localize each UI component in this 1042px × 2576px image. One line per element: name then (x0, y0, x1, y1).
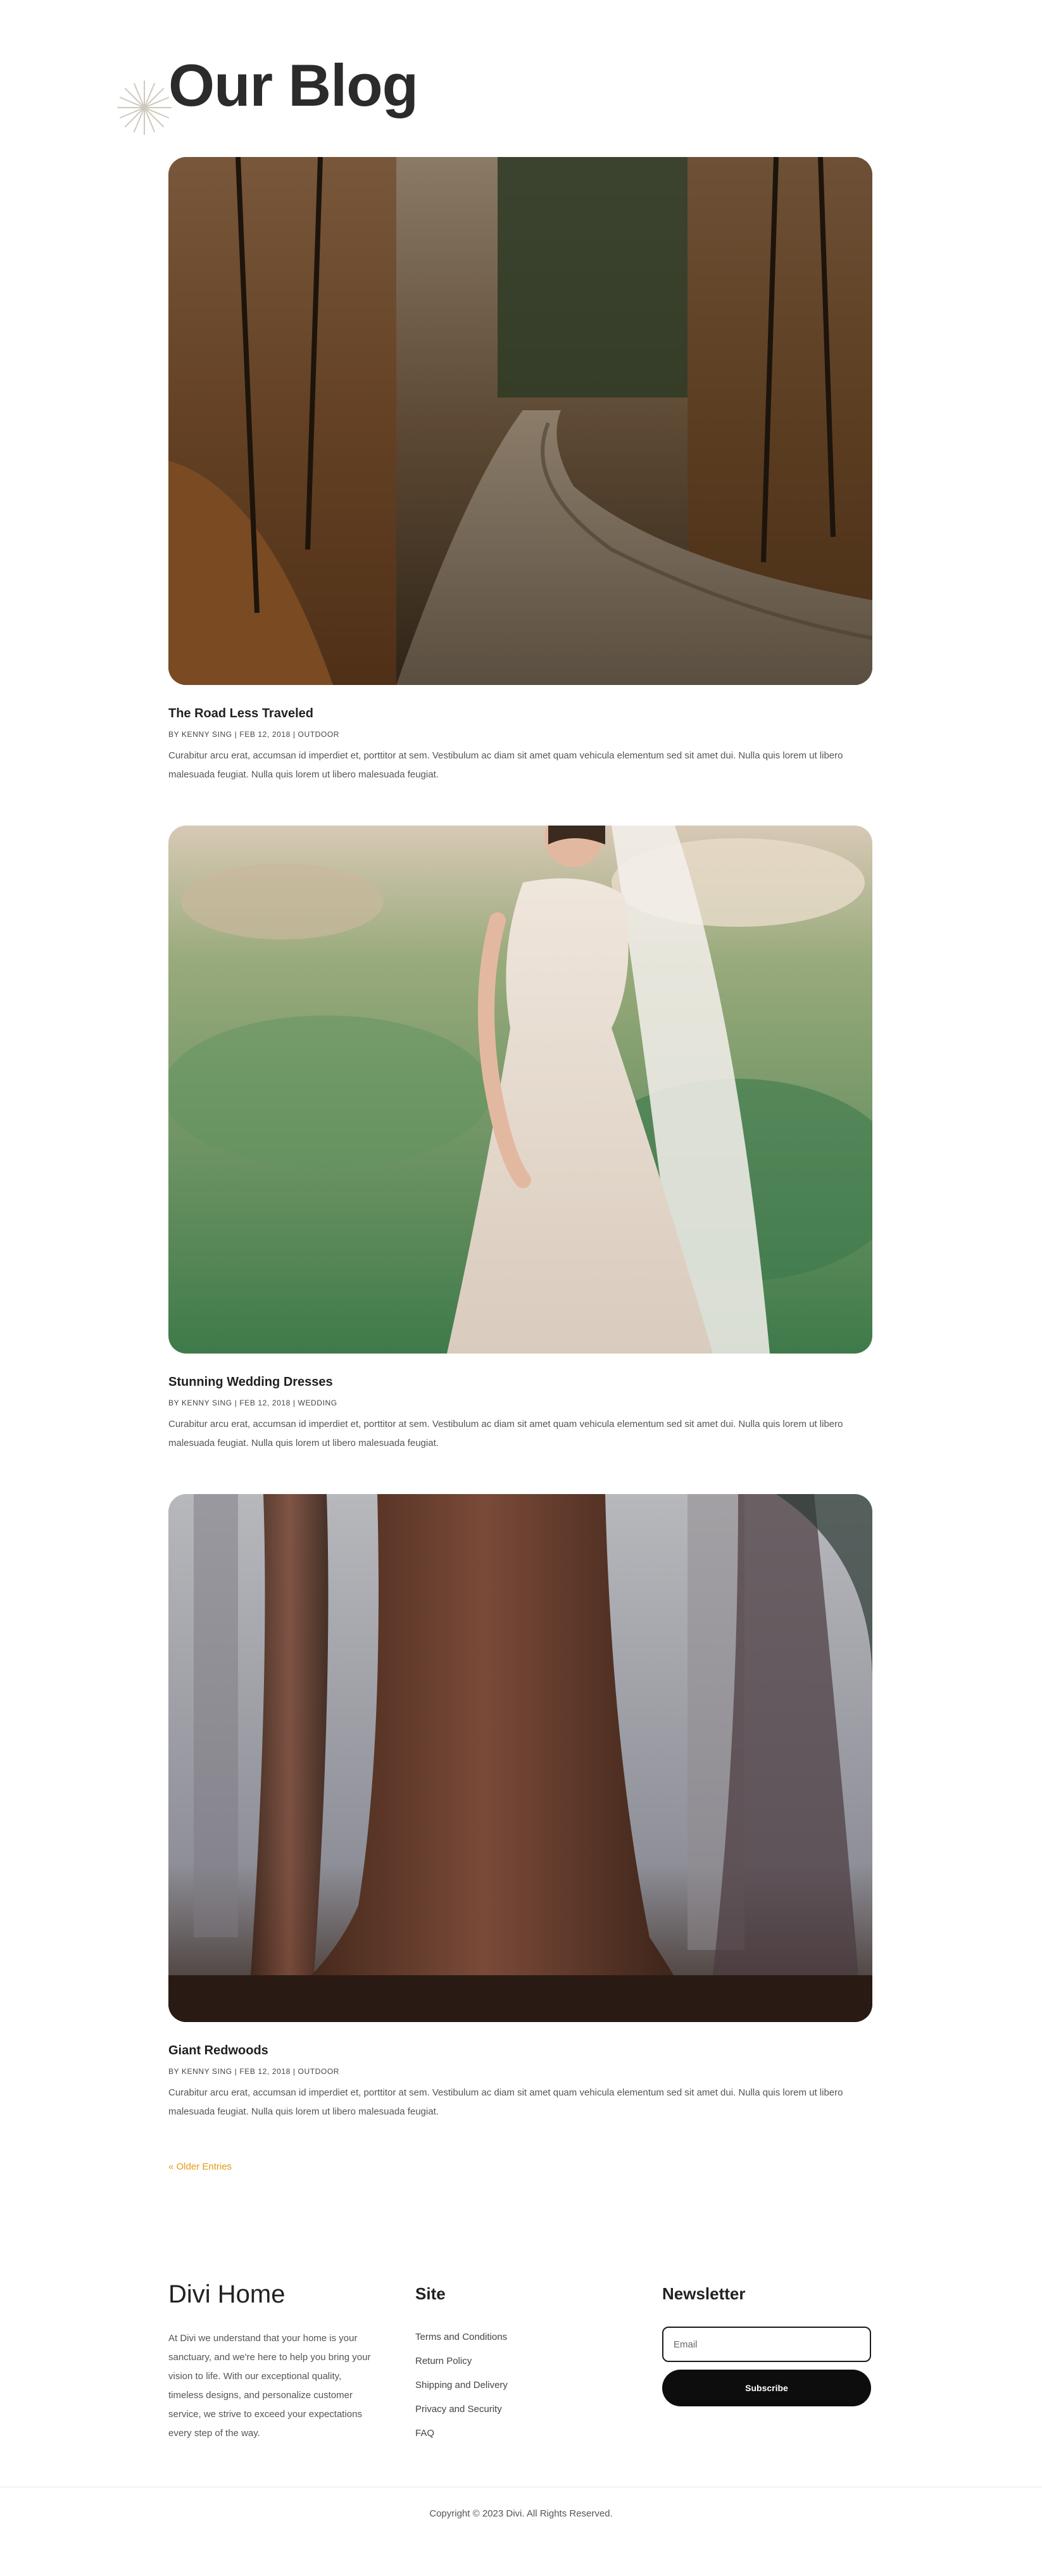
post-category[interactable]: OUTDOOR (298, 730, 340, 739)
subscribe-button[interactable]: Subscribe (662, 2370, 871, 2406)
older-entries-link[interactable]: « Older Entries (168, 2161, 232, 2172)
post-author[interactable]: BY KENNY SING (168, 1398, 232, 1407)
footer-link-shipping[interactable]: Shipping and Delivery (415, 2373, 508, 2397)
blog-post: Giant Redwoods BY KENNY SING | FEB 12, 2… (168, 1494, 872, 2121)
post-category[interactable]: OUTDOOR (298, 2067, 340, 2076)
footer-link-terms[interactable]: Terms and Conditions (415, 2325, 508, 2349)
post-excerpt: Curabitur arcu erat, accumsan id imperdi… (168, 750, 843, 780)
blog-post: The Road Less Traveled BY KENNY SING | F… (168, 157, 872, 784)
post-excerpt: Curabitur arcu erat, accumsan id imperdi… (168, 1419, 843, 1448)
footer-newsletter-heading: Newsletter (662, 2284, 746, 2303)
post-excerpt: Curabitur arcu erat, accumsan id imperdi… (168, 2087, 843, 2117)
post-meta: BY KENNY SING | FEB 12, 2018 | OUTDOOR (168, 2067, 340, 2076)
post-author[interactable]: BY KENNY SING (168, 730, 232, 739)
footer-about-column: Divi Home At Divi we understand that you… (168, 2280, 377, 2443)
starburst-icon (117, 80, 172, 135)
post-date: FEB 12, 2018 (239, 2067, 291, 2076)
post-title[interactable]: The Road Less Traveled (168, 707, 872, 721)
footer-link-privacy[interactable]: Privacy and Security (415, 2397, 508, 2422)
copyright-text: Copyright © 2023 Divi. All Rights Reserv… (429, 2508, 613, 2519)
post-author[interactable]: BY KENNY SING (168, 2067, 232, 2076)
footer-newsletter-column: Newsletter Subscribe (662, 2284, 871, 2406)
post-title[interactable]: Stunning Wedding Dresses (168, 1375, 872, 1390)
post-category[interactable]: WEDDING (298, 1398, 337, 1407)
post-title[interactable]: Giant Redwoods (168, 2044, 872, 2058)
blog-post: Stunning Wedding Dresses BY KENNY SING |… (168, 826, 872, 1453)
post-image-wedding[interactable] (168, 826, 872, 1354)
footer-site-heading: Site (415, 2284, 446, 2303)
post-date: FEB 12, 2018 (239, 730, 291, 739)
post-meta: BY KENNY SING | FEB 12, 2018 | WEDDING (168, 1398, 337, 1407)
page-title: Our Blog (168, 52, 418, 118)
post-date: FEB 12, 2018 (239, 1398, 291, 1407)
footer-brand[interactable]: Divi Home (168, 2280, 377, 2309)
post-image-road[interactable] (168, 157, 872, 685)
post-image-redwoods[interactable] (168, 1494, 872, 2022)
footer-site-column: Site Terms and Conditions Return Policy … (415, 2284, 508, 2446)
footer-link-faq[interactable]: FAQ (415, 2422, 508, 2446)
footer-site-links: Terms and Conditions Return Policy Shipp… (415, 2325, 508, 2446)
footer-about-text: At Divi we understand that your home is … (168, 2333, 371, 2439)
post-meta: BY KENNY SING | FEB 12, 2018 | OUTDOOR (168, 730, 340, 739)
email-field[interactable] (662, 2327, 871, 2362)
footer-link-return-policy[interactable]: Return Policy (415, 2349, 508, 2373)
